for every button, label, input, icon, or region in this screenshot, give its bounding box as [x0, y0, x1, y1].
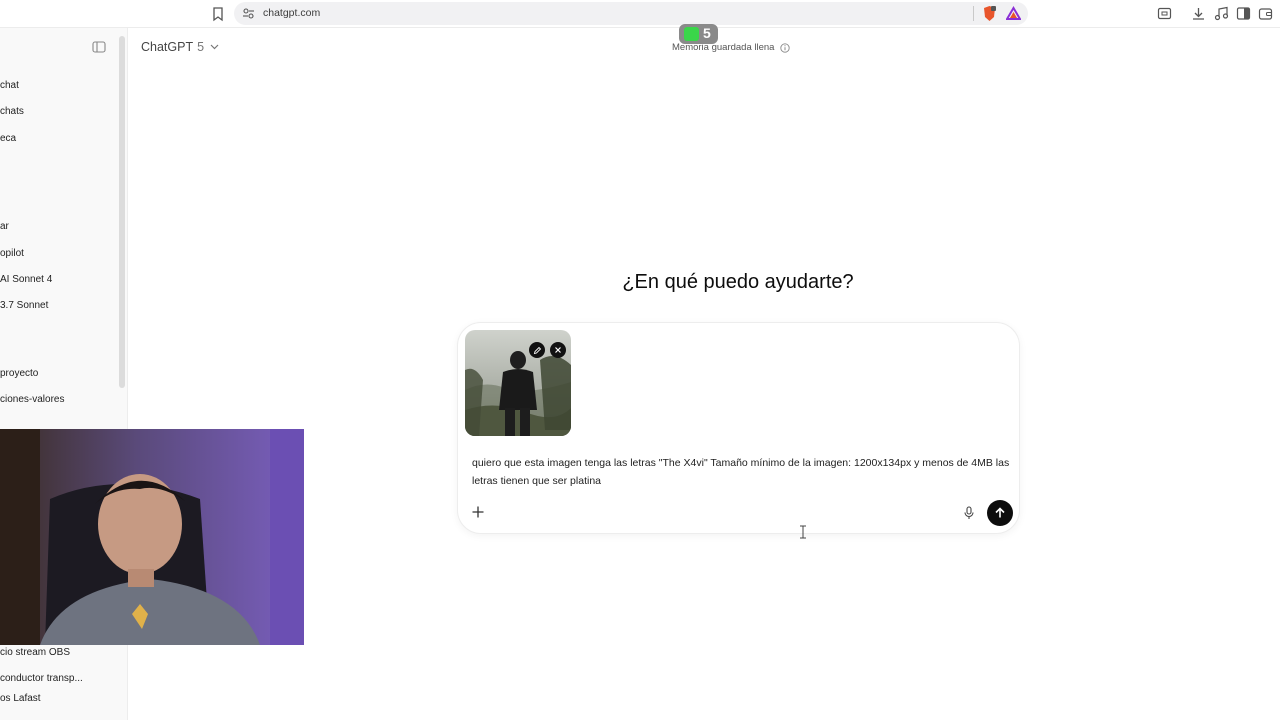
arrow-up-icon: [995, 507, 1005, 518]
bookmark-icon[interactable]: [211, 6, 225, 22]
microphone-icon[interactable]: [963, 506, 975, 520]
sidebar-chat-item[interactable]: cio stream OBS: [0, 647, 70, 658]
download-icon[interactable]: [1191, 6, 1206, 21]
sidebar-chat-item[interactable]: conductor transp...: [0, 673, 83, 684]
sidebar-item-search-chats[interactable]: chats: [0, 106, 24, 117]
message-composer[interactable]: quiero que esta imagen tenga las letras …: [457, 322, 1020, 534]
sidebar-item-sonnet-4[interactable]: AI Sonnet 4: [0, 274, 52, 285]
close-icon: [555, 347, 561, 353]
divider: [973, 6, 974, 21]
chevron-down-icon: [210, 44, 219, 50]
wallet-icon[interactable]: [1258, 6, 1273, 21]
text-cursor-icon: [800, 525, 806, 539]
edit-image-button[interactable]: [529, 342, 545, 358]
send-button[interactable]: [987, 500, 1013, 526]
webcam-overlay: [0, 429, 304, 645]
sidebar-item-new-project[interactable]: proyecto: [0, 368, 38, 379]
attached-image[interactable]: [465, 330, 571, 436]
model-version: 5: [197, 40, 205, 54]
model-selector[interactable]: ChatGPT 5: [141, 40, 219, 54]
sidebar-panel-icon[interactable]: [1236, 6, 1251, 21]
remove-image-button[interactable]: [550, 342, 566, 358]
sidebar-item-new-chat[interactable]: chat: [0, 80, 19, 91]
page-title: ¿En qué puedo ayudarte?: [622, 271, 854, 293]
sidebar-item-sonnet-3-7[interactable]: 3.7 Sonnet: [0, 300, 48, 311]
address-bar[interactable]: chatgpt.com: [234, 2, 1028, 25]
sidebar-item-project[interactable]: ciones-valores: [0, 394, 64, 405]
overlay-green-icon: [684, 27, 699, 41]
url-text: chatgpt.com: [263, 7, 321, 19]
overlay-number: 5: [703, 25, 711, 41]
media-music-icon[interactable]: [1214, 6, 1229, 21]
sidebar-item[interactable]: ar: [0, 221, 9, 232]
sidebar-scrollbar[interactable]: [119, 36, 125, 388]
sidebar-toggle-icon[interactable]: [92, 41, 106, 53]
site-settings-icon[interactable]: [242, 7, 255, 20]
tab-search-icon[interactable]: [1157, 6, 1172, 21]
info-icon[interactable]: [780, 42, 791, 53]
sidebar-item-library[interactable]: eca: [0, 133, 16, 144]
brave-shield-icon[interactable]: [982, 5, 997, 22]
stream-overlay-badge: 5: [679, 24, 718, 44]
brave-rewards-icon[interactable]: [1006, 6, 1021, 21]
pencil-icon: [533, 346, 541, 354]
prompt-input[interactable]: quiero que esta imagen tenga las letras …: [472, 454, 1012, 490]
sidebar-item-copilot[interactable]: opilot: [0, 248, 24, 259]
webcam-feed: [0, 429, 304, 645]
add-attachment-button[interactable]: [471, 505, 485, 519]
browser-toolbar: chatgpt.com: [0, 0, 1280, 28]
model-name: ChatGPT: [141, 40, 194, 54]
sidebar-chat-item[interactable]: os Lafast: [0, 693, 41, 704]
